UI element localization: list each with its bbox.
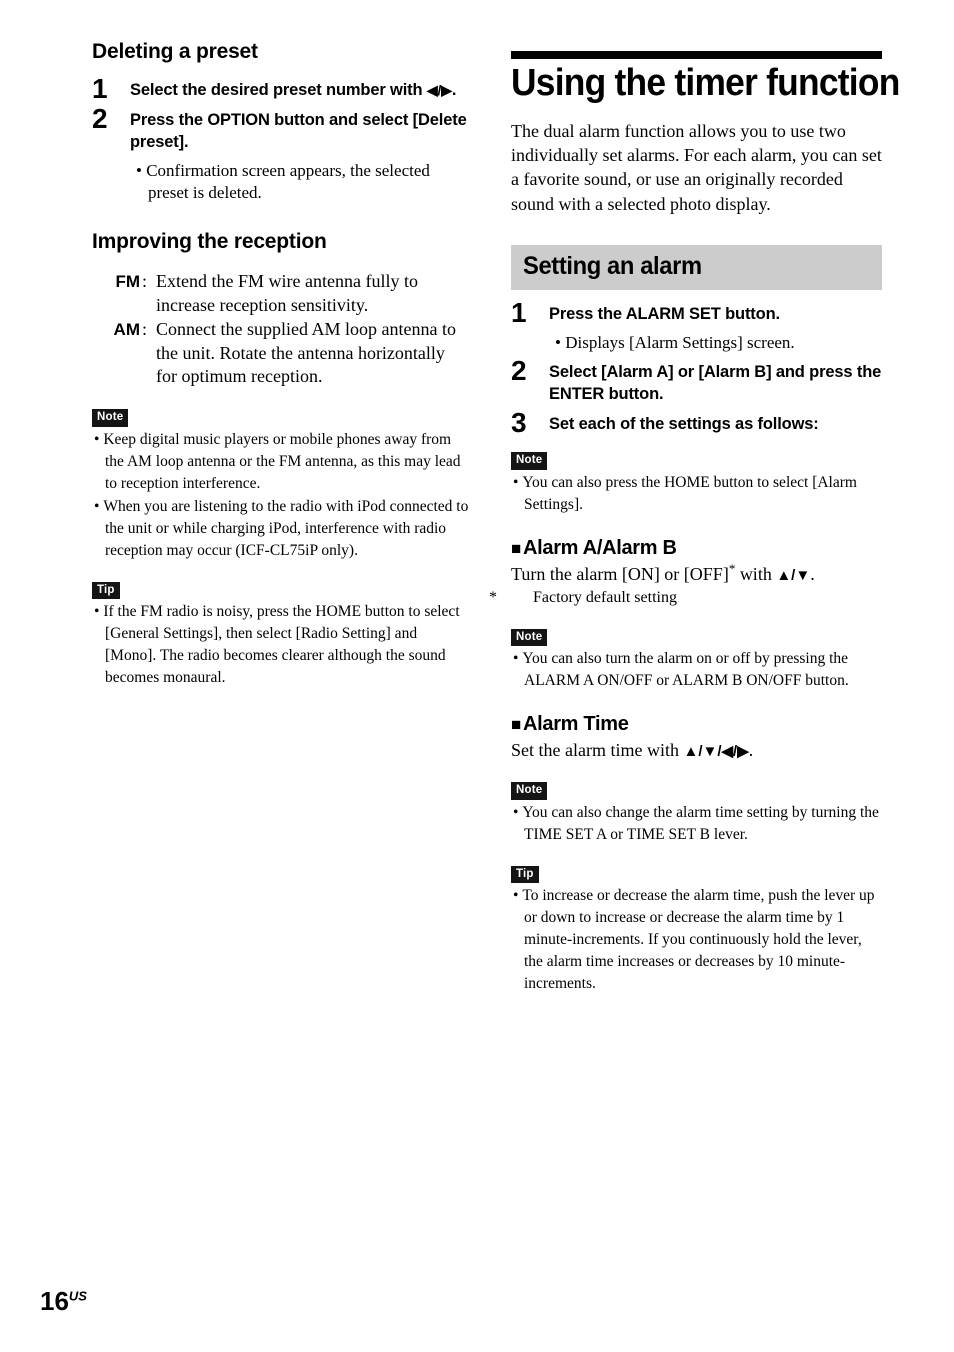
step-number: 3 [511, 407, 527, 439]
section-header-setting-an-alarm: Setting an alarm [511, 245, 882, 291]
alarm-time-body-after: . [748, 740, 754, 761]
tip-list-item: To increase or decrease the alarm time, … [511, 885, 882, 995]
factory-default-footnote: * Factory default setting [489, 588, 882, 609]
heading-alarm-time: ■ Alarm Time [511, 712, 882, 736]
reception-term: AM [113, 319, 140, 339]
step-item: 1 Select the desired preset number with … [92, 75, 470, 103]
note-list: Keep digital music players or mobile pho… [92, 429, 470, 562]
tip-block: Tip To increase or decrease the alarm ti… [511, 864, 882, 996]
chapter-title: Using the timer function [511, 62, 900, 104]
reception-description: Extend the FM wire antenna fully to incr… [156, 271, 418, 316]
reception-definition-list: FM : Extend the FM wire antenna fully to… [92, 270, 470, 389]
step-text: Press the OPTION button and select [Dele… [130, 111, 467, 152]
tip-list-item: If the FM radio is noisy, press the HOME… [92, 601, 470, 689]
step-number: 2 [511, 355, 527, 387]
note-block: Note You can also press the HOME button … [511, 450, 882, 516]
page-number-value: 16 [40, 1286, 69, 1316]
note-block: Note You can also turn the alarm on or o… [511, 627, 882, 693]
reception-row: FM : Extend the FM wire antenna fully to… [92, 270, 470, 318]
note-list-item: You can also change the alarm time setti… [511, 802, 882, 846]
reception-row: AM : Connect the supplied AM loop antenn… [92, 318, 470, 389]
note-list-item: You can also turn the alarm on or off by… [511, 648, 882, 692]
alarm-time-body-before: Set the alarm time with [511, 740, 684, 761]
note-block: Note Keep digital music players or mobil… [92, 407, 470, 562]
note-list: You can also change the alarm time setti… [511, 802, 882, 846]
page-number: 16US [40, 1288, 87, 1314]
footnote-star: * [489, 588, 497, 606]
page-number-region: US [68, 1288, 87, 1304]
note-badge: Note [511, 782, 548, 800]
chapter-rule [511, 51, 882, 59]
section-header-label: Setting an alarm [523, 252, 702, 281]
note-badge: Note [511, 452, 548, 470]
alarm-ab-body: Turn the alarm [ON] or [OFF]* with ▲/▼. [511, 562, 882, 586]
step-text: Select the desired preset number with ◀/… [130, 80, 470, 102]
note-badge: Note [92, 409, 129, 427]
chapter-intro-paragraph: The dual alarm function allows you to us… [511, 120, 882, 214]
reception-term: FM [115, 272, 140, 292]
filled-square-icon: ■ [511, 538, 521, 558]
alarm-ab-body-after: . [810, 563, 815, 584]
step-text: Press the ALARM SET button. [549, 305, 780, 324]
step-item: 3 Set each of the settings as follows: [511, 409, 882, 437]
step-sub-bullet-text: Confirmation screen appears, the selecte… [146, 160, 430, 203]
note-list-item: When you are listening to the radio with… [92, 496, 470, 562]
reception-description: Connect the supplied AM loop antenna to … [156, 318, 456, 387]
step-number: 1 [92, 73, 108, 105]
step-item: 2 Select [Alarm A] or [Alarm B] and pres… [511, 357, 882, 406]
tip-badge: Tip [92, 581, 120, 600]
left-column: Deleting a preset 1 Select the desired p… [92, 40, 470, 689]
step-sub-bullet-text: Displays [Alarm Settings] screen. [565, 333, 795, 353]
note-list: You can also press the HOME button to se… [511, 472, 882, 516]
reception-colon: : [142, 271, 148, 292]
footnote-text: Factory default setting [533, 588, 677, 606]
note-list: You can also turn the alarm on or off by… [511, 648, 882, 692]
heading-alarm-a-alarm-b-label: Alarm A/Alarm B [522, 536, 677, 559]
step-text-tail: . [451, 81, 457, 100]
heading-alarm-time-label: Alarm Time [522, 713, 629, 736]
note-badge: Note [511, 628, 548, 647]
heading-deleting-a-preset: Deleting a preset [92, 40, 258, 63]
filled-square-icon: ■ [511, 715, 521, 735]
heading-alarm-a-alarm-b: ■ Alarm A/Alarm B [511, 536, 882, 560]
alarm-ab-body-middle: with [735, 563, 777, 584]
step-text: Set each of the settings as follows: [549, 415, 819, 434]
note-block: Note You can also change the alarm time … [511, 780, 882, 846]
heading-improving-the-reception: Improving the reception [92, 230, 327, 254]
tip-block: Tip If the FM radio is noisy, press the … [92, 580, 470, 690]
left-right-arrow-icon: ◀/▶ [426, 82, 452, 99]
reception-colon: : [142, 318, 148, 339]
step-text-part: Select the desired preset number with [130, 81, 427, 100]
note-list-item: You can also press the HOME button to se… [511, 472, 882, 516]
step-number: 1 [511, 297, 527, 329]
step-number: 2 [92, 103, 108, 135]
step-item: 2 Press the OPTION button and select [De… [92, 105, 470, 204]
step-item: 1 Press the ALARM SET button. • Displays… [511, 299, 882, 354]
step-text: Select [Alarm A] or [Alarm B] and press … [549, 363, 882, 404]
note-list-item: Keep digital music players or mobile pho… [92, 429, 470, 495]
tip-list: To increase or decrease the alarm time, … [511, 885, 882, 995]
alarm-ab-body-before: Turn the alarm [ON] or [OFF] [511, 563, 729, 584]
step-sub-bullet: • Displays [Alarm Settings] screen. [555, 333, 795, 353]
direction-pad-arrow-icon: ▲/▼/◀/▶ [683, 743, 749, 761]
up-down-arrow-icon: ▲/▼ [776, 566, 811, 584]
alarm-time-body: Set the alarm time with ▲/▼/◀/▶. [511, 738, 882, 762]
tip-badge: Tip [511, 865, 539, 884]
manual-page: Deleting a preset 1 Select the desired p… [0, 0, 954, 1352]
step-sub-bullet: • Confirmation screen appears, the selec… [136, 160, 430, 203]
tip-list: If the FM radio is noisy, press the HOME… [92, 601, 470, 689]
right-column: Using the timer function The dual alarm … [489, 40, 900, 996]
